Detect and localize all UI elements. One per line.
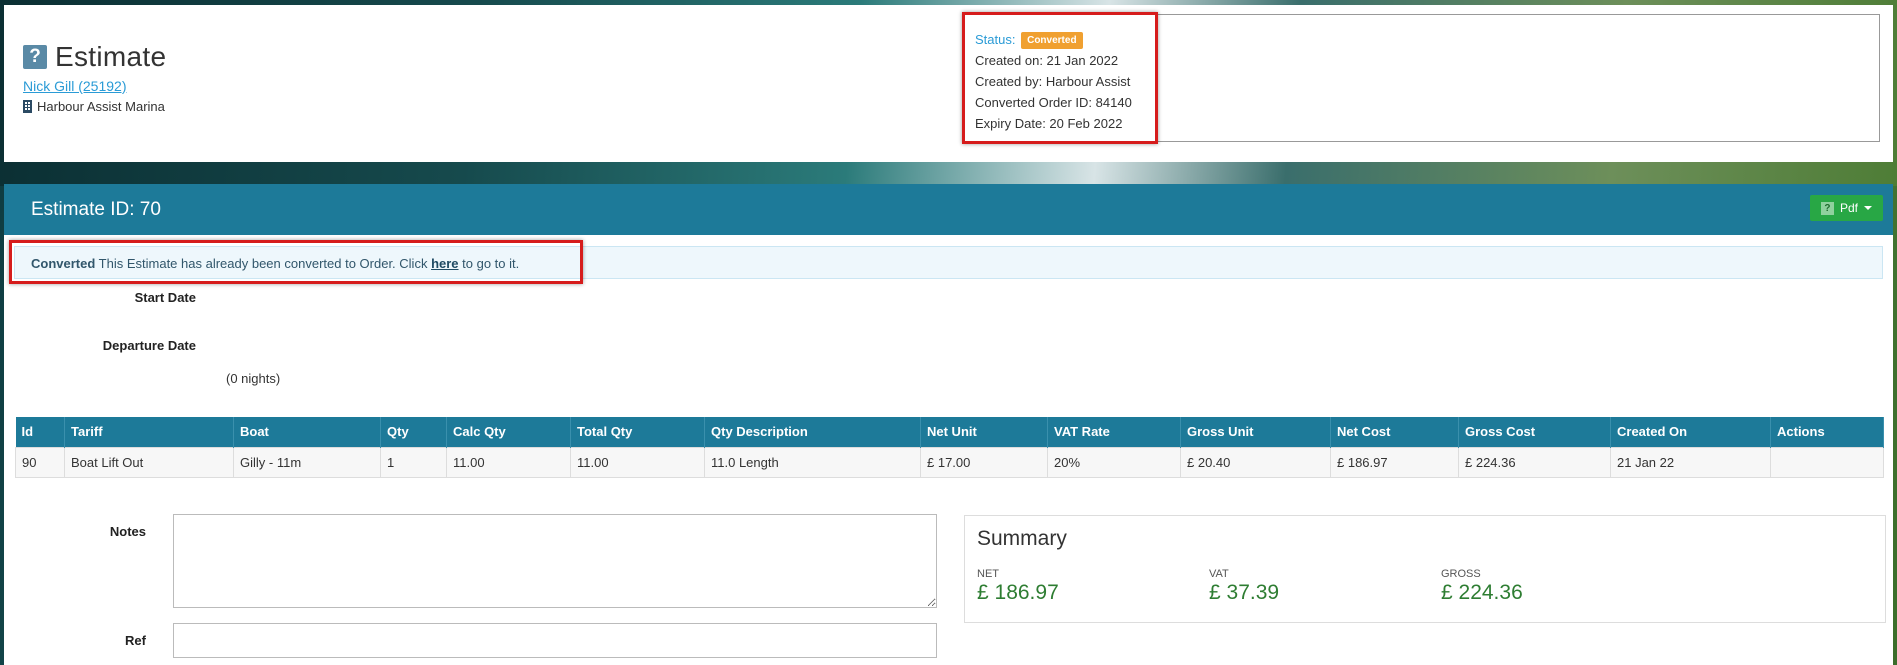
summary-net: NET £ 186.97 [977,568,1059,605]
building-icon [23,100,32,113]
table-header: VAT Rate [1047,417,1181,447]
summary-panel: Summary NET £ 186.97 VAT £ 37.39 GROSS £… [964,515,1886,623]
page-title-row: ? Estimate [23,41,166,73]
estimate-id: Estimate ID: 70 [31,199,161,220]
table-header: Boat [233,417,381,447]
expiry-date: Expiry Date: 20 Feb 2022 [975,116,1123,131]
status-badge: Converted [1021,32,1083,49]
table-cell: £ 224.36 [1458,446,1611,478]
departure-date-label: Departure Date [102,338,196,353]
marina-info: Harbour Assist Marina [23,99,165,114]
alert-strong: Converted [31,256,96,271]
converted-order-id: Converted Order ID: 84140 [975,95,1132,110]
table-header: Created On [1610,417,1771,447]
table-cell: Gilly - 11m [233,446,381,478]
table-header: Gross Cost [1458,417,1611,447]
alert-text: This Estimate has already been converted… [95,256,432,271]
question-icon: ? [1820,201,1834,215]
nights-count: (0 nights) [226,371,281,386]
page-title: Estimate [55,41,167,72]
estimate-panel: Estimate ID: 70 ? Pdf Converted This Est… [4,184,1893,665]
table-cell: 90 [15,446,65,478]
ref-input[interactable] [173,623,937,658]
gross-label: GROSS [1441,568,1481,580]
table-header: Actions [1770,417,1884,447]
table-header: Calc Qty [446,417,571,447]
table-cell: £ 17.00 [920,446,1048,478]
summary-gross: GROSS £ 224.36 [1441,568,1523,605]
table-header: Qty [380,417,447,447]
table-header: Net Cost [1330,417,1459,447]
ref-label: Ref [125,633,146,648]
notes-textarea[interactable] [173,514,937,608]
pdf-button[interactable]: ? Pdf [1809,195,1883,221]
summary-vat: VAT £ 37.39 [1209,568,1279,605]
table-header: Net Unit [920,417,1048,447]
vat-label: VAT [1209,568,1229,580]
table-header: Id [15,417,65,447]
table-cell: £ 20.40 [1180,446,1331,478]
table-header-row: Id Tariff Boat Qty Calc Qty Total Qty Qt… [15,417,1884,447]
notes-label: Notes [109,524,146,539]
caret-down-icon [1864,206,1872,210]
marina-name: Harbour Assist Marina [37,99,165,114]
status-label: Status: [975,32,1016,47]
table-cell: 11.0 Length [704,446,921,478]
estimate-header-bar: Estimate ID: 70 ? Pdf [4,184,1893,235]
table-row[interactable]: 90 Boat Lift Out Gilly - 11m 1 11.00 11.… [15,446,1884,478]
status-panel: Status: Converted Created on: 21 Jan 202… [962,14,1880,142]
table-cell: 20% [1047,446,1181,478]
gross-value: £ 224.36 [1441,581,1523,604]
summary-title: Summary [977,527,1067,550]
table-header: Gross Unit [1180,417,1331,447]
created-by: Created by: Harbour Assist [975,74,1131,89]
start-date-label: Start Date [134,290,196,305]
vat-value: £ 37.39 [1209,581,1280,604]
converted-alert: Converted This Estimate has already been… [14,246,1883,279]
table-cell: £ 186.97 [1330,446,1459,478]
alert-text-after: to go to it. [458,256,520,271]
created-on: Created on: 21 Jan 2022 [975,53,1119,68]
table-header: Total Qty [570,417,705,447]
alert-here-link[interactable]: here [431,256,458,271]
question-icon: ? [23,45,47,69]
table-cell: 1 [380,446,447,478]
table-header: Qty Description [704,417,921,447]
net-value: £ 186.97 [977,581,1059,604]
table-cell: Boat Lift Out [64,446,234,478]
pdf-label: Pdf [1839,201,1858,215]
actions-cell[interactable] [1770,446,1884,478]
tariff-table: Id Tariff Boat Qty Calc Qty Total Qty Qt… [15,417,1884,478]
table-cell: 11.00 [446,446,571,478]
customer-link[interactable]: Nick Gill (25192) [23,78,126,94]
net-label: NET [977,568,999,580]
table-cell: 11.00 [570,446,705,478]
table-cell: 21 Jan 22 [1610,446,1771,478]
table-header: Tariff [64,417,234,447]
status-row: Status: Converted [975,29,1132,50]
